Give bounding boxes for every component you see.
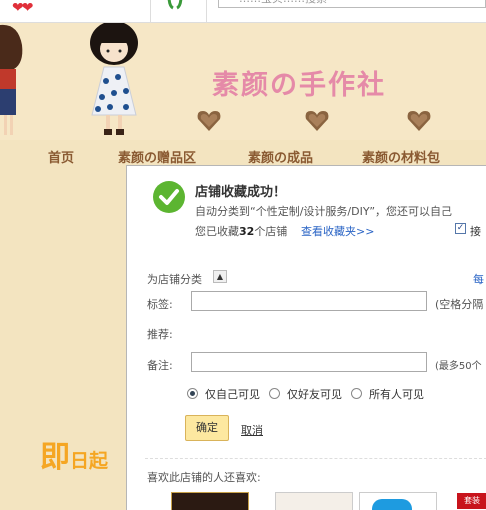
confirm-button[interactable]: 确定	[185, 415, 229, 441]
receive-checkbox[interactable]: ✓	[455, 223, 466, 234]
also-like-heading: 喜欢此店铺的人还喜欢:	[147, 471, 261, 484]
divider	[145, 458, 486, 459]
success-check-icon	[153, 181, 185, 213]
shop-nav: 首页 素颜の赠品区 素颜の成品 素颜の材料包	[0, 141, 486, 167]
view-favorites-link[interactable]: 查看收藏夹>>	[301, 223, 374, 239]
hearts-icon: ❤❤	[12, 0, 34, 16]
recommended-shop-thumb[interactable]	[359, 492, 437, 510]
note-label: 备注:	[147, 359, 173, 372]
favorite-dialog: 店铺收藏成功！ 自动分类到“个性定制/设计服务/DIY”，您还可以自己 您已收藏…	[126, 165, 486, 510]
count-prefix: 您已收藏	[195, 225, 239, 238]
promo-text: 即日起	[40, 440, 108, 479]
category-label: 为店铺分类	[147, 273, 202, 286]
collapse-caret-icon[interactable]: ▲	[213, 270, 227, 283]
count-suffix: 个店铺	[254, 225, 288, 238]
recommend-label: 推荐:	[147, 328, 173, 341]
cancel-link[interactable]: 取消	[241, 422, 263, 438]
heart-icon	[305, 111, 329, 131]
tag-label: 标签:	[147, 298, 173, 311]
note-input[interactable]	[191, 352, 427, 372]
sprout-icon	[167, 0, 183, 10]
nav-materials[interactable]: 素颜の材料包	[362, 147, 440, 166]
radio-everyone[interactable]	[351, 388, 362, 399]
count-value: 32	[239, 225, 255, 238]
promo-big: 即	[40, 440, 70, 475]
nav-gifts[interactable]: 素颜の赠品区	[118, 147, 196, 166]
shop-banner: 素颜の手作社	[0, 23, 486, 140]
heart-icon	[197, 111, 221, 131]
girl-illustration	[90, 23, 138, 135]
divider	[206, 0, 207, 22]
radio-friends[interactable]	[269, 388, 280, 399]
radio-label: 所有人可见	[369, 388, 424, 401]
set-badge: 套装	[457, 493, 486, 509]
category-more-link[interactable]: 每	[473, 271, 484, 287]
nav-home[interactable]: 首页	[48, 147, 74, 166]
note-hint: (最多50个	[435, 361, 482, 372]
girl-illustration-left	[0, 24, 23, 135]
top-bar: ❤❤ ……宝贝……搜索	[0, 0, 486, 23]
receive-label: 接	[470, 225, 481, 238]
tag-input[interactable]	[191, 291, 427, 311]
favorite-count: 您已收藏32个店铺	[195, 223, 287, 239]
recommended-shop-thumb[interactable]	[275, 492, 353, 510]
auto-category-text: 自动分类到“个性定制/设计服务/DIY”，您还可以自己	[195, 205, 453, 218]
radio-label: 仅好友可见	[287, 388, 342, 401]
divider	[150, 0, 151, 22]
nav-products[interactable]: 素颜の成品	[248, 147, 313, 166]
recommended-shop-thumb[interactable]	[171, 492, 249, 510]
tag-hint: (空格分隔	[435, 298, 484, 311]
promo-rest: 日起	[70, 450, 109, 472]
shop-title: 素颜の手作社	[212, 70, 386, 101]
top-search-input[interactable]: ……宝贝……搜索	[218, 0, 486, 8]
success-title: 店铺收藏成功！	[195, 185, 287, 200]
blue-shape	[372, 499, 412, 510]
heart-icon	[407, 111, 431, 131]
radio-label: 仅自己可见	[205, 388, 260, 401]
radio-only-me[interactable]	[187, 388, 198, 399]
